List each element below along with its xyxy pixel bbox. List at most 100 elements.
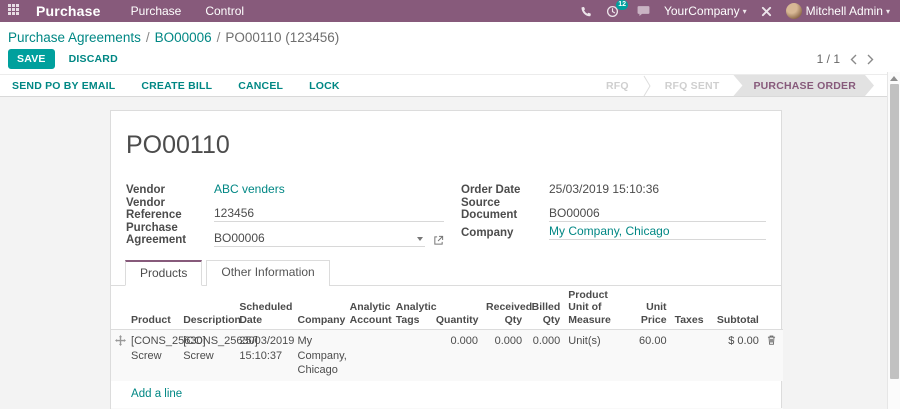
- company-link[interactable]: My Company, Chicago: [549, 224, 670, 238]
- add-a-line-link[interactable]: Add a line: [131, 388, 182, 400]
- cell-taxes[interactable]: [671, 330, 705, 381]
- source-document-field[interactable]: BO00006: [549, 206, 766, 222]
- breadcrumb-bo00006[interactable]: BO00006: [155, 30, 212, 45]
- user-menu[interactable]: Mitchell Admin ▾: [786, 3, 890, 19]
- pager-previous-icon[interactable]: [850, 54, 857, 65]
- col-billed-qty[interactable]: Billed Qty: [526, 286, 564, 330]
- main-menu: Purchase Control: [131, 4, 244, 18]
- breadcrumb-current: PO00110 (123456): [225, 30, 339, 45]
- left-field-group: Vendor ABC venders Vendor Reference 1234…: [126, 178, 444, 247]
- order-date-field[interactable]: 25/03/2019 15:10:36: [549, 182, 766, 197]
- pager-count: 1 / 1: [817, 52, 840, 66]
- control-panel: Purchase Agreements / BO00006 / PO00110 (123…: [0, 22, 900, 74]
- cell-product[interactable]: [CONS_25630] Screw: [127, 330, 179, 381]
- stage-purchase-order[interactable]: PURCHASE ORDER: [733, 75, 874, 96]
- scrollbar-thumb[interactable]: [890, 84, 899, 379]
- vendor-reference-label: Vendor Reference: [126, 197, 214, 222]
- cell-unit-price[interactable]: 60.00: [626, 330, 670, 381]
- cancel-button[interactable]: CANCEL: [238, 80, 283, 92]
- right-field-group: Order Date 25/03/2019 15:10:36 Source Do…: [461, 178, 766, 247]
- company-switcher[interactable]: YourCompany ▾: [664, 4, 747, 18]
- stage-rfq[interactable]: RFQ: [592, 75, 643, 96]
- col-unit-price[interactable]: Unit Price: [626, 286, 670, 330]
- tab-other-information[interactable]: Other Information: [206, 260, 329, 286]
- form-sheet: PO00110 Vendor ABC venders Vendor Refere…: [110, 110, 782, 409]
- col-product[interactable]: Product: [127, 286, 179, 330]
- delete-line-icon[interactable]: [763, 330, 783, 381]
- cell-subtotal: $ 0.00: [705, 330, 763, 381]
- dropdown-caret-icon[interactable]: [417, 237, 423, 241]
- cell-quantity[interactable]: 0.000: [432, 330, 482, 381]
- col-analytic-account[interactable]: Analytic Account: [346, 286, 392, 330]
- status-pipeline: RFQ RFQ SENT PURCHASE ORDER: [592, 75, 874, 96]
- handle-column: [111, 286, 127, 330]
- table-row[interactable]: [CONS_25630] Screw [CONS_25630] Screw 25…: [111, 330, 783, 381]
- tab-products[interactable]: Products: [125, 260, 202, 286]
- drag-handle-icon[interactable]: [111, 330, 127, 381]
- col-analytic-tags[interactable]: Analytic Tags: [392, 286, 432, 330]
- col-description[interactable]: Description: [179, 286, 235, 330]
- menu-control[interactable]: Control: [205, 4, 244, 18]
- vendor-reference-field[interactable]: 123456: [214, 206, 444, 222]
- cell-description[interactable]: [CONS_25630] Screw: [179, 330, 235, 381]
- cell-uom[interactable]: Unit(s): [564, 330, 626, 381]
- send-po-by-email-button[interactable]: SEND PO BY EMAIL: [12, 80, 115, 92]
- col-taxes[interactable]: Taxes: [671, 286, 705, 330]
- vendor-link[interactable]: ABC venders: [214, 182, 285, 196]
- breadcrumb-purchase-agreements[interactable]: Purchase Agreements: [8, 30, 141, 45]
- scroll-up-arrow-icon[interactable]: [890, 76, 898, 81]
- col-uom[interactable]: Product Unit of Measure: [564, 286, 626, 330]
- create-bill-button[interactable]: CREATE BILL: [141, 80, 212, 92]
- lock-button[interactable]: LOCK: [309, 80, 340, 92]
- phone-icon[interactable]: [580, 5, 592, 17]
- cell-received-qty[interactable]: 0.000: [482, 330, 526, 381]
- user-name: Mitchell Admin: [806, 4, 883, 18]
- topbar-systray: 12 YourCompany ▾ Mitchell Admin ▾: [580, 3, 890, 19]
- cell-company[interactable]: My Company, Chicago: [294, 330, 346, 381]
- breadcrumb-separator: /: [146, 30, 150, 45]
- discard-button[interactable]: DISCARD: [69, 53, 118, 65]
- form-view: PO00110 Vendor ABC venders Vendor Refere…: [0, 97, 900, 409]
- col-company[interactable]: Company: [294, 286, 346, 330]
- vertical-scrollbar[interactable]: [887, 72, 900, 409]
- messages-icon[interactable]: [637, 5, 650, 17]
- app-title: Purchase: [36, 3, 101, 19]
- trash-column: [763, 286, 783, 330]
- top-navbar: Purchase Purchase Control 12 YourCompany…: [0, 0, 900, 22]
- col-scheduled-date[interactable]: Scheduled Date: [235, 286, 293, 330]
- chevron-down-icon: ▾: [743, 7, 747, 16]
- company-label: Company: [461, 227, 549, 240]
- apps-grid-icon[interactable]: [8, 4, 22, 18]
- cell-analytic-tags[interactable]: [392, 330, 432, 381]
- menu-purchase[interactable]: Purchase: [131, 4, 182, 18]
- external-link-icon[interactable]: [433, 235, 444, 246]
- pager: 1 / 1: [817, 52, 892, 66]
- activity-count-badge: 12: [616, 0, 628, 10]
- col-subtotal[interactable]: Subtotal: [705, 286, 763, 330]
- notebook-tabs: Products Other Information: [111, 260, 781, 286]
- page-title: PO00110: [126, 131, 766, 160]
- avatar: [786, 3, 802, 19]
- col-received-qty[interactable]: Received Qty: [482, 286, 526, 330]
- stage-separator: [643, 75, 651, 97]
- source-document-label: Source Document: [461, 197, 549, 222]
- order-lines-table: Product Description Scheduled Date Compa…: [111, 286, 783, 409]
- save-button[interactable]: SAVE: [8, 49, 55, 69]
- cell-analytic-account[interactable]: [346, 330, 392, 381]
- activities-clock-icon[interactable]: 12: [606, 5, 619, 18]
- form-statusbar: SEND PO BY EMAIL CREATE BILL CANCEL LOCK…: [0, 74, 900, 97]
- company-name: YourCompany: [664, 4, 740, 18]
- vendor-label: Vendor: [126, 184, 214, 197]
- breadcrumb: Purchase Agreements / BO00006 / PO00110 (123…: [8, 28, 892, 48]
- purchase-agreement-label: Purchase Agreement: [126, 222, 214, 247]
- purchase-agreement-field[interactable]: BO00006: [214, 231, 425, 247]
- debug-icon[interactable]: [761, 6, 772, 17]
- pager-next-icon[interactable]: [867, 54, 874, 65]
- stage-rfq-sent[interactable]: RFQ SENT: [651, 75, 734, 96]
- chevron-down-icon: ▾: [886, 7, 890, 16]
- cell-billed-qty[interactable]: 0.000: [526, 330, 564, 381]
- col-quantity[interactable]: Quantity: [432, 286, 482, 330]
- breadcrumb-separator: /: [217, 30, 221, 45]
- order-date-label: Order Date: [461, 184, 549, 197]
- cell-scheduled-date[interactable]: 25/03/2019 15:10:37: [235, 330, 293, 381]
